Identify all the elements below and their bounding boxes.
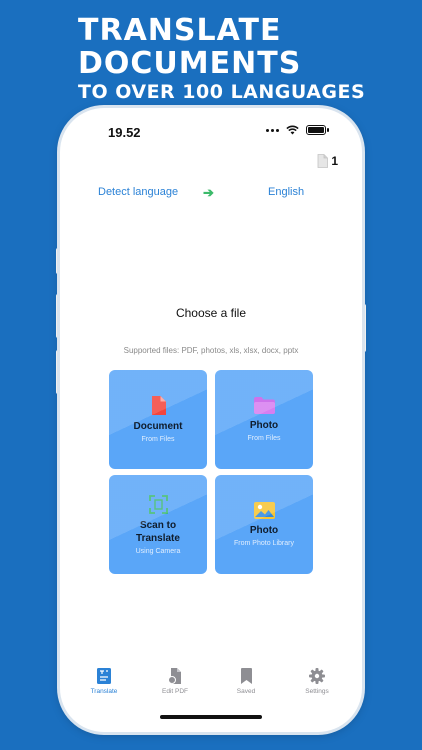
tile-sublabel: From Files xyxy=(247,435,281,442)
promo-headline: TRANSLATE DOCUMENTS TO OVER 100 LANGUAGE… xyxy=(78,14,365,103)
tile-sublabel: From Photo Library xyxy=(234,540,294,547)
tile-sublabel: Using Camera xyxy=(135,547,181,555)
headline-line-3: TO OVER 100 LANGUAGES xyxy=(78,81,366,103)
document-count: 1 xyxy=(331,154,338,168)
tile-label: Scan to Translate xyxy=(136,519,180,544)
signal-dots-icon xyxy=(266,128,279,132)
translate-icon xyxy=(97,668,111,684)
status-time: 19.52 xyxy=(108,125,141,140)
headline-line-2: DOCUMENTS xyxy=(78,46,302,81)
tab-label: Edit PDF xyxy=(161,688,188,695)
battery-icon xyxy=(306,125,329,135)
headline-line-1: TRANSLATE xyxy=(78,13,282,48)
photo-icon xyxy=(253,502,275,519)
folder-icon xyxy=(253,397,275,414)
document-from-files-button[interactable]: Document From Files xyxy=(109,370,207,469)
tab-translate[interactable]: Translate xyxy=(76,668,132,695)
target-language-button[interactable]: English xyxy=(268,186,304,198)
tab-bar: Translate Edit PDF Saved Settings xyxy=(70,668,352,708)
status-icons xyxy=(266,125,329,135)
home-indicator[interactable] xyxy=(160,715,262,719)
photo-from-library-button[interactable]: Photo From Photo Library xyxy=(215,475,313,574)
document-icon xyxy=(151,396,166,415)
document-icon xyxy=(317,154,329,168)
tab-settings[interactable]: Settings xyxy=(289,668,345,695)
tile-label: Photo xyxy=(249,420,279,431)
language-selector: Detect language ➔ English xyxy=(70,184,352,204)
scan-to-translate-button[interactable]: Scan to Translate Using Camera xyxy=(109,475,207,574)
tab-label: Settings xyxy=(305,688,329,695)
tab-edit-pdf[interactable]: Edit PDF xyxy=(147,668,203,695)
tab-label: Saved xyxy=(236,688,256,695)
edit-pdf-icon xyxy=(167,668,181,684)
bookmark-icon xyxy=(240,668,252,684)
source-language-button[interactable]: Detect language xyxy=(98,186,178,198)
arrow-right-icon[interactable]: ➔ xyxy=(203,185,214,201)
tile-sublabel: From Files xyxy=(141,436,175,443)
app-screen: 19.52 1 Detect language ➔ English Choose… xyxy=(70,116,352,724)
gear-icon xyxy=(309,668,325,684)
phone-power-button xyxy=(362,304,366,352)
photo-from-files-button[interactable]: Photo From Files xyxy=(215,370,313,469)
wifi-icon xyxy=(286,125,299,135)
tab-saved[interactable]: Saved xyxy=(218,668,274,695)
document-counter[interactable]: 1 xyxy=(317,154,338,168)
tile-label: Photo xyxy=(249,525,279,536)
tile-label: Document xyxy=(133,421,183,432)
tab-label: Translate xyxy=(90,688,118,695)
file-source-grid: Document From Files Photo From Files Sca… xyxy=(109,370,313,574)
page-title: Choose a file xyxy=(175,306,247,320)
scan-icon xyxy=(148,494,168,514)
supported-files-text: Supported files: PDF, photos, xls, xlsx,… xyxy=(123,346,299,355)
